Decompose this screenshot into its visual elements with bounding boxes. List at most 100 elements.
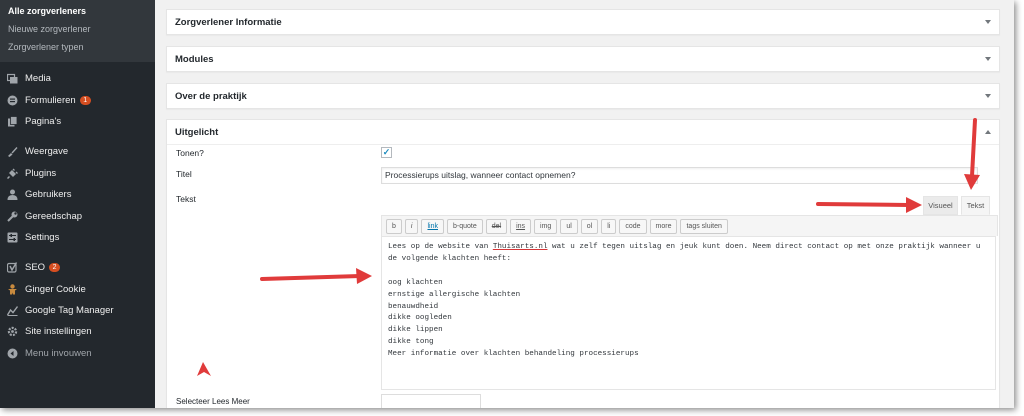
editor-line: dikke lippen — [388, 326, 443, 335]
postbox-header[interactable]: Over de praktijk — [167, 84, 999, 108]
qt-code-button[interactable]: code — [619, 218, 647, 234]
menu-item-media[interactable]: Media — [0, 68, 155, 89]
qt-bold-button[interactable]: b — [386, 218, 402, 234]
menu-item-paginas[interactable]: Pagina's — [0, 111, 155, 132]
menu-label: Weergave — [25, 146, 69, 158]
selecteer-lees-meer-label: Selecteer Lees Meer — [176, 397, 250, 406]
notification-badge: 1 — [79, 95, 91, 105]
lees-meer-select[interactable] — [381, 394, 481, 408]
main-content: Zorgverlener Informatie Modules Over de … — [155, 0, 1014, 408]
seo-icon — [6, 262, 18, 274]
toggle-arrow-icon[interactable] — [985, 130, 991, 134]
toggle-arrow-icon[interactable] — [985, 57, 991, 61]
qt-blockquote-button[interactable]: b-quote — [446, 218, 483, 234]
qt-close-tags-button[interactable]: tags sluiten — [680, 218, 728, 234]
postbox-over-de-praktijk: Over de praktijk — [166, 83, 1000, 109]
menu-item-seo[interactable]: SEO 2 — [0, 257, 155, 278]
menu-item-collapse[interactable]: Menu invouwen — [0, 343, 155, 364]
editor-text: wat u zelf tegen uitslag en jeuk kunt do… — [547, 243, 981, 251]
editor-line: dikke tong — [388, 338, 434, 347]
cookie-icon — [6, 283, 18, 295]
editor-text: Lees op de website van — [388, 243, 493, 251]
tonen-checkbox[interactable]: ✓ — [381, 147, 392, 158]
postbox-uitgelicht: Uitgelicht Tonen? ✓ Titel Processierups … — [166, 119, 1000, 408]
qt-more-button[interactable]: more — [649, 218, 678, 234]
menu-label: Google Tag Manager — [25, 305, 114, 317]
menu-item-settings[interactable]: Settings — [0, 227, 155, 248]
tab-tekst[interactable]: Tekst — [961, 196, 990, 215]
tag-manager-icon — [6, 305, 18, 317]
qt-ol-button[interactable]: ol — [580, 218, 599, 234]
editor-line: de volgende klachten heeft: — [388, 254, 512, 263]
tekst-label: Tekst — [176, 194, 196, 204]
menu-label: Menu invouwen — [25, 347, 92, 359]
tools-icon — [6, 210, 18, 222]
menu-item-gebruikers[interactable]: Gebruikers — [0, 184, 155, 205]
pages-icon — [6, 115, 18, 127]
zorgverleners-submenu: Alle zorgverleners Nieuwe zorgverlener Z… — [0, 0, 155, 62]
editor-line: benauwdheid — [388, 302, 439, 311]
qt-ins-button[interactable]: ins — [510, 218, 532, 234]
postbox-title: Modules — [175, 53, 214, 65]
menu-item-weergave[interactable]: Weergave — [0, 141, 155, 162]
menu-item-site-instellingen[interactable]: Site instellingen — [0, 321, 155, 342]
site-settings-icon — [6, 326, 18, 338]
editor-line: Lees op de website van Thuisarts.nl wat … — [388, 242, 989, 254]
menu-item-google-tag-manager[interactable]: Google Tag Manager — [0, 300, 155, 321]
postbox-zorgverlener-informatie: Zorgverlener Informatie — [166, 9, 1000, 35]
menu-label: Plugins — [25, 167, 57, 179]
menu-label: SEO — [25, 262, 46, 274]
quicktags-toolbar: b i link b-quote del ins img ul ol li co… — [381, 215, 998, 236]
qt-img-button[interactable]: img — [534, 218, 558, 234]
spellcheck-word: Thuisarts.nl — [492, 243, 548, 251]
postbox-title: Zorgverlener Informatie — [175, 16, 282, 28]
submenu-alle-zorgverleners[interactable]: Alle zorgverleners — [0, 2, 155, 20]
titel-input[interactable]: Processierups uitslag, wanneer contact o… — [381, 167, 978, 184]
menu-label: Ginger Cookie — [25, 283, 86, 295]
tonen-label: Tonen? — [176, 148, 204, 158]
menu-item-plugins[interactable]: Plugins — [0, 163, 155, 184]
titel-label: Titel — [176, 169, 192, 179]
plugins-icon — [6, 167, 18, 179]
menu-label: Settings — [25, 231, 60, 243]
menu-label: Pagina's — [25, 115, 62, 127]
postbox-title: Over de praktijk — [175, 90, 247, 102]
qt-li-button[interactable]: li — [601, 218, 617, 234]
tekst-editor-textarea[interactable]: Lees op de website van Thuisarts.nl wat … — [381, 236, 996, 390]
postbox-title: Uitgelicht — [175, 126, 219, 138]
notification-badge: 2 — [49, 263, 61, 273]
media-icon — [6, 73, 18, 85]
menu-label: Site instellingen — [25, 326, 92, 338]
menu-label: Formulieren — [25, 94, 76, 106]
menu-label: Gebruikers — [25, 189, 72, 201]
postbox-modules: Modules — [166, 46, 1000, 72]
editor-line: oog klachten — [388, 278, 443, 287]
settings-icon — [6, 231, 18, 243]
submenu-zorgverlener-typen[interactable]: Zorgverlener typen — [0, 38, 155, 56]
qt-italic-button[interactable]: i — [404, 218, 419, 234]
postbox-header[interactable]: Zorgverlener Informatie — [167, 10, 999, 34]
editor-line: dikke oogleden — [388, 314, 452, 323]
postbox-header[interactable]: Uitgelicht — [167, 120, 999, 145]
qt-del-button[interactable]: del — [485, 218, 508, 234]
editor-line: Meer informatie over klachten behandelin… — [388, 350, 639, 359]
menu-item-ginger-cookie[interactable]: Ginger Cookie — [0, 279, 155, 300]
collapse-icon — [6, 347, 18, 359]
forms-icon — [6, 94, 18, 106]
screenshot-frame: Alle zorgverleners Nieuwe zorgverlener Z… — [0, 0, 1014, 408]
submenu-nieuwe-zorgverlener[interactable]: Nieuwe zorgverlener — [0, 20, 155, 38]
tab-visueel[interactable]: Visueel — [923, 196, 958, 215]
users-icon — [6, 189, 18, 201]
toggle-arrow-icon[interactable] — [985, 20, 991, 24]
postbox-header[interactable]: Modules — [167, 47, 999, 71]
menu-item-gereedschap[interactable]: Gereedschap — [0, 205, 155, 226]
qt-link-button[interactable]: link — [421, 218, 444, 234]
menu-item-formulieren[interactable]: Formulieren 1 — [0, 89, 155, 110]
menu-label: Media — [25, 73, 51, 85]
editor-line: ernstige allergische klachten — [388, 290, 521, 299]
qt-ul-button[interactable]: ul — [560, 218, 578, 234]
menu-label: Gereedschap — [25, 210, 83, 222]
toggle-arrow-icon[interactable] — [985, 94, 991, 98]
appearance-icon — [6, 146, 18, 158]
